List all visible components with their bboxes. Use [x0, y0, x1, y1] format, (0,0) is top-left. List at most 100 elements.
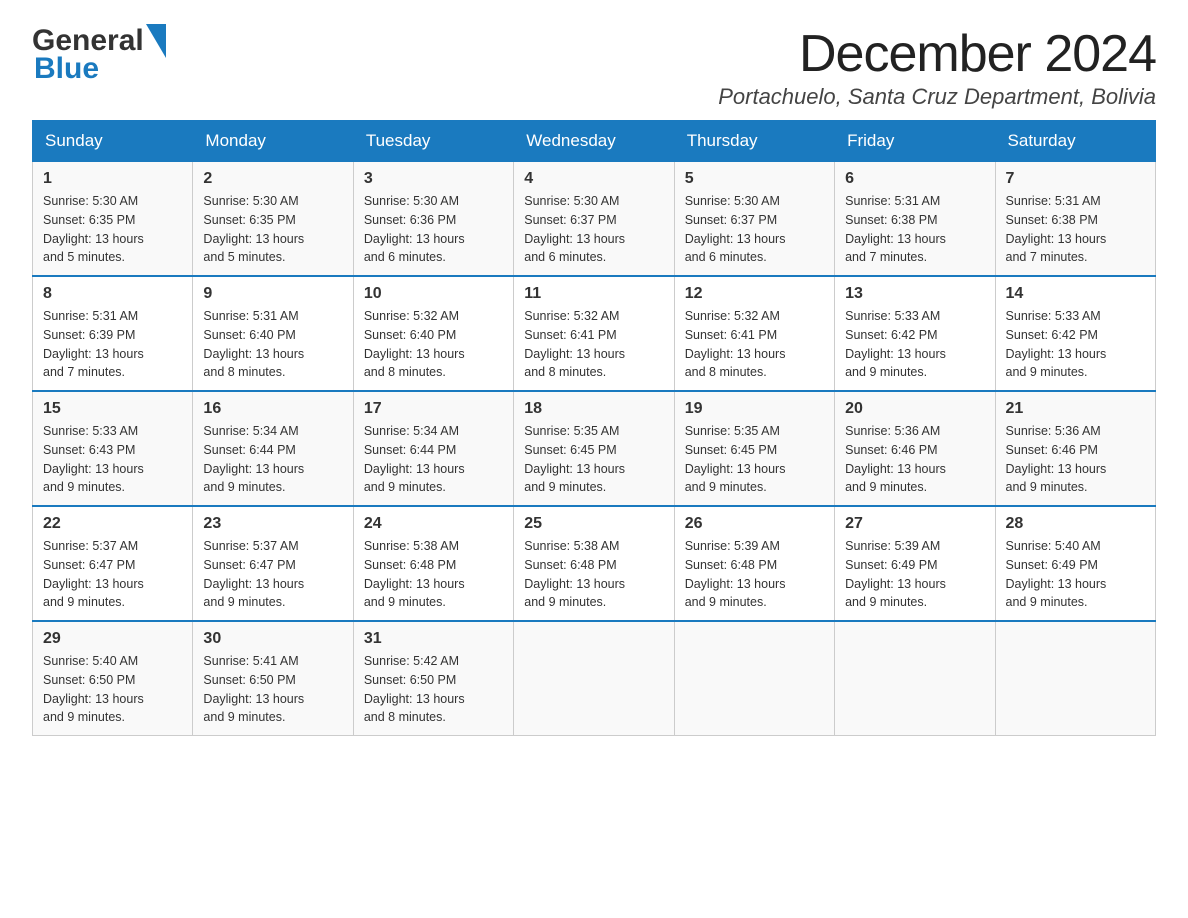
calendar-cell: 14Sunrise: 5:33 AMSunset: 6:42 PMDayligh… — [995, 276, 1155, 391]
day-info: Sunrise: 5:41 AMSunset: 6:50 PMDaylight:… — [203, 652, 342, 727]
day-number: 19 — [685, 400, 824, 418]
calendar-cell: 31 Sunrise: 5:42 AMSunset: 6:50 PMDayligh… — [353, 621, 513, 736]
calendar-cell: 28 Sunrise: 5:40 AMSunset: 6:49 PMDayligh… — [995, 506, 1155, 621]
calendar-cell: 5 Sunrise: 5:30 AMSunset: 6:37 PMDaylight… — [674, 162, 834, 277]
month-title: December 2024 — [718, 24, 1156, 84]
calendar-cell: 11 Sunrise: 5:32 AMSunset: 6:41 PMDayligh… — [514, 276, 674, 391]
location-subtitle: Portachuelo, Santa Cruz Department, Boli… — [718, 84, 1156, 110]
day-number: 28 — [1006, 515, 1145, 533]
day-info: Sunrise: 5:37 AMSunset: 6:47 PMDaylight:… — [43, 537, 182, 612]
day-number: 25 — [524, 515, 663, 533]
day-info: Sunrise: 5:30 AMSunset: 6:37 PMDaylight:… — [685, 192, 824, 267]
calendar-header-row: SundayMondayTuesdayWednesdayThursdayFrid… — [33, 121, 1156, 162]
calendar-cell: 7 Sunrise: 5:31 AMSunset: 6:38 PMDaylight… — [995, 162, 1155, 277]
calendar-cell: 6 Sunrise: 5:31 AMSunset: 6:38 PMDaylight… — [835, 162, 995, 277]
calendar-cell: 25 Sunrise: 5:38 AMSunset: 6:48 PMDayligh… — [514, 506, 674, 621]
day-number: 4 — [524, 170, 663, 188]
day-number: 17 — [364, 400, 503, 418]
calendar-cell: 3 Sunrise: 5:30 AMSunset: 6:36 PMDaylight… — [353, 162, 513, 277]
day-info: Sunrise: 5:34 AMSunset: 6:44 PMDaylight:… — [203, 422, 342, 497]
calendar-cell: 8Sunrise: 5:31 AMSunset: 6:39 PMDaylight… — [33, 276, 193, 391]
day-number: 31 — [364, 630, 503, 648]
day-info: Sunrise: 5:31 AMSunset: 6:38 PMDaylight:… — [1006, 192, 1145, 267]
calendar-cell: 10 Sunrise: 5:32 AMSunset: 6:40 PMDayligh… — [353, 276, 513, 391]
day-info: Sunrise: 5:31 AMSunset: 6:39 PMDaylight:… — [43, 307, 182, 382]
day-number: 13 — [845, 285, 984, 303]
calendar-cell: 26 Sunrise: 5:39 AMSunset: 6:48 PMDayligh… — [674, 506, 834, 621]
calendar-cell: 22 Sunrise: 5:37 AMSunset: 6:47 PMDayligh… — [33, 506, 193, 621]
calendar-cell: 21 Sunrise: 5:36 AMSunset: 6:46 PMDayligh… — [995, 391, 1155, 506]
day-info: Sunrise: 5:33 AMSunset: 6:43 PMDaylight:… — [43, 422, 182, 497]
day-number: 2 — [203, 170, 342, 188]
day-info: Sunrise: 5:34 AMSunset: 6:44 PMDaylight:… — [364, 422, 503, 497]
day-info: Sunrise: 5:40 AMSunset: 6:49 PMDaylight:… — [1006, 537, 1145, 612]
logo-triangle-icon — [146, 24, 166, 58]
calendar-cell: 20Sunrise: 5:36 AMSunset: 6:46 PMDayligh… — [835, 391, 995, 506]
day-number: 7 — [1006, 170, 1145, 188]
day-info: Sunrise: 5:38 AMSunset: 6:48 PMDaylight:… — [524, 537, 663, 612]
day-number: 3 — [364, 170, 503, 188]
calendar-cell: 23 Sunrise: 5:37 AMSunset: 6:47 PMDayligh… — [193, 506, 353, 621]
day-info: Sunrise: 5:35 AMSunset: 6:45 PMDaylight:… — [685, 422, 824, 497]
day-info: Sunrise: 5:30 AMSunset: 6:35 PMDaylight:… — [43, 192, 182, 267]
day-info: Sunrise: 5:35 AMSunset: 6:45 PMDaylight:… — [524, 422, 663, 497]
day-info: Sunrise: 5:37 AMSunset: 6:47 PMDaylight:… — [203, 537, 342, 612]
day-info: Sunrise: 5:42 AMSunset: 6:50 PMDaylight:… — [364, 652, 503, 727]
header-monday: Monday — [193, 121, 353, 162]
day-info: Sunrise: 5:36 AMSunset: 6:46 PMDaylight:… — [845, 422, 984, 497]
week-row-3: 15 Sunrise: 5:33 AMSunset: 6:43 PMDayligh… — [33, 391, 1156, 506]
day-number: 5 — [685, 170, 824, 188]
day-number: 15 — [43, 400, 182, 418]
day-number: 29 — [43, 630, 182, 648]
calendar-cell: 30 Sunrise: 5:41 AMSunset: 6:50 PMDayligh… — [193, 621, 353, 736]
day-info: Sunrise: 5:33 AMSunset: 6:42 PMDaylight:… — [845, 307, 984, 382]
day-info: Sunrise: 5:31 AMSunset: 6:38 PMDaylight:… — [845, 192, 984, 267]
day-number: 6 — [845, 170, 984, 188]
calendar-cell: 16 Sunrise: 5:34 AMSunset: 6:44 PMDayligh… — [193, 391, 353, 506]
logo: General Blue — [32, 24, 166, 86]
calendar-cell: 29 Sunrise: 5:40 AMSunset: 6:50 PMDayligh… — [33, 621, 193, 736]
day-info: Sunrise: 5:31 AMSunset: 6:40 PMDaylight:… — [203, 307, 342, 382]
day-number: 12 — [685, 285, 824, 303]
day-number: 21 — [1006, 400, 1145, 418]
week-row-1: 1Sunrise: 5:30 AMSunset: 6:35 PMDaylight… — [33, 162, 1156, 277]
header-tuesday: Tuesday — [353, 121, 513, 162]
day-info: Sunrise: 5:30 AMSunset: 6:35 PMDaylight:… — [203, 192, 342, 267]
calendar-cell — [514, 621, 674, 736]
calendar-cell — [674, 621, 834, 736]
day-number: 30 — [203, 630, 342, 648]
day-number: 10 — [364, 285, 503, 303]
day-info: Sunrise: 5:36 AMSunset: 6:46 PMDaylight:… — [1006, 422, 1145, 497]
day-number: 11 — [524, 285, 663, 303]
calendar-cell: 4 Sunrise: 5:30 AMSunset: 6:37 PMDaylight… — [514, 162, 674, 277]
day-number: 16 — [203, 400, 342, 418]
calendar-cell: 19 Sunrise: 5:35 AMSunset: 6:45 PMDayligh… — [674, 391, 834, 506]
calendar-cell: 13 Sunrise: 5:33 AMSunset: 6:42 PMDayligh… — [835, 276, 995, 391]
calendar-cell: 18Sunrise: 5:35 AMSunset: 6:45 PMDayligh… — [514, 391, 674, 506]
calendar-cell: 24Sunrise: 5:38 AMSunset: 6:48 PMDayligh… — [353, 506, 513, 621]
day-number: 22 — [43, 515, 182, 533]
week-row-2: 8Sunrise: 5:31 AMSunset: 6:39 PMDaylight… — [33, 276, 1156, 391]
day-info: Sunrise: 5:38 AMSunset: 6:48 PMDaylight:… — [364, 537, 503, 612]
header-wednesday: Wednesday — [514, 121, 674, 162]
calendar-cell: 1Sunrise: 5:30 AMSunset: 6:35 PMDaylight… — [33, 162, 193, 277]
day-number: 26 — [685, 515, 824, 533]
day-info: Sunrise: 5:40 AMSunset: 6:50 PMDaylight:… — [43, 652, 182, 727]
calendar-cell: 9Sunrise: 5:31 AMSunset: 6:40 PMDaylight… — [193, 276, 353, 391]
calendar-cell: 17 Sunrise: 5:34 AMSunset: 6:44 PMDayligh… — [353, 391, 513, 506]
day-info: Sunrise: 5:39 AMSunset: 6:48 PMDaylight:… — [685, 537, 824, 612]
day-number: 23 — [203, 515, 342, 533]
day-info: Sunrise: 5:32 AMSunset: 6:40 PMDaylight:… — [364, 307, 503, 382]
day-info: Sunrise: 5:32 AMSunset: 6:41 PMDaylight:… — [524, 307, 663, 382]
day-info: Sunrise: 5:30 AMSunset: 6:37 PMDaylight:… — [524, 192, 663, 267]
calendar-cell: 12Sunrise: 5:32 AMSunset: 6:41 PMDayligh… — [674, 276, 834, 391]
day-info: Sunrise: 5:30 AMSunset: 6:36 PMDaylight:… — [364, 192, 503, 267]
header-saturday: Saturday — [995, 121, 1155, 162]
calendar-cell — [835, 621, 995, 736]
day-info: Sunrise: 5:39 AMSunset: 6:49 PMDaylight:… — [845, 537, 984, 612]
header-sunday: Sunday — [33, 121, 193, 162]
calendar-cell: 2 Sunrise: 5:30 AMSunset: 6:35 PMDaylight… — [193, 162, 353, 277]
header-thursday: Thursday — [674, 121, 834, 162]
week-row-5: 29 Sunrise: 5:40 AMSunset: 6:50 PMDayligh… — [33, 621, 1156, 736]
calendar-cell: 15 Sunrise: 5:33 AMSunset: 6:43 PMDayligh… — [33, 391, 193, 506]
